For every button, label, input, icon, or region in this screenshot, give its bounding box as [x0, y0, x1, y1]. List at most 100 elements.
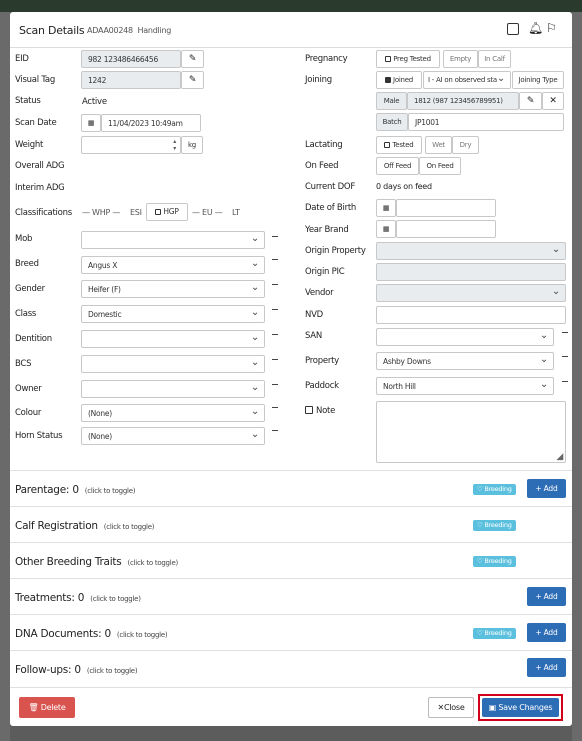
horn-status-select[interactable]: (None)	[81, 427, 265, 445]
breed-label: Breed	[15, 259, 39, 269]
edit-eid-button[interactable]: ✎	[181, 50, 204, 68]
pencil-icon: ✎	[188, 54, 197, 64]
preg-tested-toggle[interactable]: Preg Tested	[376, 50, 440, 68]
eid-label: EID	[15, 54, 29, 64]
section-dna-documents[interactable]: DNA Documents: 0 (click to toggle) ♡ Bree…	[10, 614, 572, 650]
dna-documents-title[interactable]: DNA Documents: 0 (click to toggle)	[15, 628, 168, 640]
origin-property-label: Origin Property	[305, 246, 366, 256]
mob-select[interactable]	[81, 231, 265, 249]
batch-label: Batch	[376, 113, 408, 131]
joined-toggle[interactable]: Joined	[376, 71, 422, 89]
eid-field[interactable]: 982 123486466456	[81, 50, 181, 68]
stepper-icon[interactable]: ▴ ▾	[173, 138, 176, 152]
section-follow-ups[interactable]: Follow-ups: 0 (click to toggle) + Add	[10, 650, 572, 686]
scan-date-input[interactable]: 11/04/2023 10:49am	[101, 114, 201, 132]
origin-pic-field[interactable]	[376, 263, 566, 281]
flag-icon[interactable]: ⚐	[546, 21, 557, 35]
modal-subtitle: ADAA00248 Handling	[87, 26, 172, 35]
clear-sire-button[interactable]: ✕	[542, 92, 564, 110]
san-dash	[562, 332, 568, 333]
follow-ups-title[interactable]: Follow-ups: 0 (click to toggle)	[15, 664, 138, 676]
san-select[interactable]	[376, 328, 554, 346]
modal-footer: 🗑︎ Delete ✕Close ▣ Save Changes	[10, 687, 572, 726]
current-dof-value: 0 days on feed	[376, 182, 432, 191]
weight-unit: kg	[181, 136, 203, 154]
resize-handle-icon[interactable]: ◢	[556, 452, 563, 462]
origin-property-select[interactable]	[376, 242, 566, 260]
paddock-select[interactable]: North Hill	[376, 377, 554, 395]
edit-visual-tag-button[interactable]: ✎	[181, 71, 204, 89]
bcs-select[interactable]	[81, 355, 265, 373]
sire-field[interactable]: 1812 (987 123456789951)	[407, 92, 519, 110]
class-select[interactable]: Domestic	[81, 305, 265, 323]
note-label: Note	[305, 406, 335, 416]
dentition-dash	[272, 334, 278, 335]
lactating-label: Lactating	[305, 140, 343, 150]
san-label: SAN	[305, 331, 322, 341]
note-icon[interactable]	[507, 23, 519, 35]
section-calf-registration[interactable]: Calf Registration (click to toggle) ♡ Bre…	[10, 506, 572, 542]
classification-lt[interactable]: LT	[232, 208, 240, 217]
owner-select[interactable]	[81, 380, 265, 398]
treatments-title[interactable]: Treatments: 0 (click to toggle)	[15, 592, 141, 604]
pregnancy-label: Pregnancy	[305, 54, 348, 64]
delete-button[interactable]: 🗑︎ Delete	[19, 697, 75, 718]
edit-sire-button[interactable]: ✎	[519, 92, 542, 110]
paddock-label: Paddock	[305, 381, 339, 391]
nvd-input[interactable]	[376, 306, 566, 324]
add-parentage-button[interactable]: + Add	[527, 479, 566, 498]
background-page-right	[572, 12, 582, 741]
wet-button[interactable]: Wet	[425, 136, 452, 154]
joining-method-select[interactable]: I - AI on observed sta	[423, 71, 511, 89]
section-parentage[interactable]: Parentage: 0 (click to toggle) ♡ Breeding…	[10, 470, 572, 506]
pencil-icon: ✎	[188, 75, 197, 85]
calendar-icon: ▦	[87, 119, 95, 127]
off-feed-button[interactable]: Off Feed	[376, 157, 419, 175]
add-follow-up-button[interactable]: + Add	[527, 658, 566, 677]
save-changes-button[interactable]: ▣ Save Changes	[482, 698, 559, 717]
dob-input[interactable]	[396, 199, 496, 217]
section-treatments[interactable]: Treatments: 0 (click to toggle) + Add	[10, 578, 572, 614]
colour-select[interactable]: (None)	[81, 404, 265, 422]
lactating-tested-toggle[interactable]: Tested	[376, 136, 422, 154]
nvd-label: NVD	[305, 310, 323, 320]
hgp-toggle[interactable]: HGP	[146, 203, 188, 221]
other-breeding-traits-title[interactable]: Other Breeding Traits (click to toggle)	[15, 556, 178, 568]
classification-eu[interactable]: — EU —	[192, 208, 223, 217]
gender-select[interactable]: Heifer (F)	[81, 280, 265, 298]
visual-tag-field[interactable]: 1242	[81, 71, 181, 89]
dob-label: Date of Birth	[305, 203, 357, 213]
calf-registration-title[interactable]: Calf Registration (click to toggle)	[15, 520, 155, 532]
joining-type-button[interactable]: Joining Type	[512, 71, 564, 89]
breeding-badge: ♡ Breeding	[473, 484, 516, 495]
dob-calendar-button[interactable]: ▦	[376, 199, 396, 217]
note-textarea[interactable]: ◢	[376, 401, 566, 463]
scan-date-calendar-button[interactable]: ▦	[81, 114, 101, 132]
checkbox-icon	[384, 142, 391, 148]
close-button[interactable]: ✕Close	[428, 697, 474, 718]
dentition-select[interactable]	[81, 330, 265, 348]
weight-input[interactable]: ▴ ▾	[81, 136, 181, 154]
bell-icon[interactable]: 🔔︎	[528, 21, 543, 35]
section-other-breeding-traits[interactable]: Other Breeding Traits (click to toggle) ♡…	[10, 542, 572, 578]
classification-esi[interactable]: ESI	[130, 208, 142, 217]
year-brand-calendar-button[interactable]: ▦	[376, 220, 396, 238]
breed-dash	[272, 259, 278, 260]
save-changes-highlight: ▣ Save Changes	[478, 694, 563, 721]
joining-label: Joining	[305, 75, 332, 85]
vendor-select[interactable]	[376, 284, 566, 302]
breed-select[interactable]: Angus X	[81, 256, 265, 274]
empty-button[interactable]: Empty	[443, 50, 478, 68]
add-dna-document-button[interactable]: + Add	[527, 623, 566, 642]
weight-label: Weight	[15, 140, 44, 150]
add-treatment-button[interactable]: + Add	[527, 587, 566, 606]
in-calf-button[interactable]: In Calf	[478, 50, 511, 68]
dry-button[interactable]: Dry	[452, 136, 479, 154]
on-feed-button[interactable]: On Feed	[419, 157, 461, 175]
batch-input[interactable]: JP1001	[408, 113, 564, 131]
classification-whp[interactable]: — WHP —	[82, 208, 120, 217]
property-select[interactable]: Ashby Downs	[376, 352, 554, 370]
year-brand-input[interactable]	[396, 220, 496, 238]
owner-label: Owner	[15, 384, 42, 394]
parentage-title[interactable]: Parentage: 0 (click to toggle)	[15, 484, 135, 496]
